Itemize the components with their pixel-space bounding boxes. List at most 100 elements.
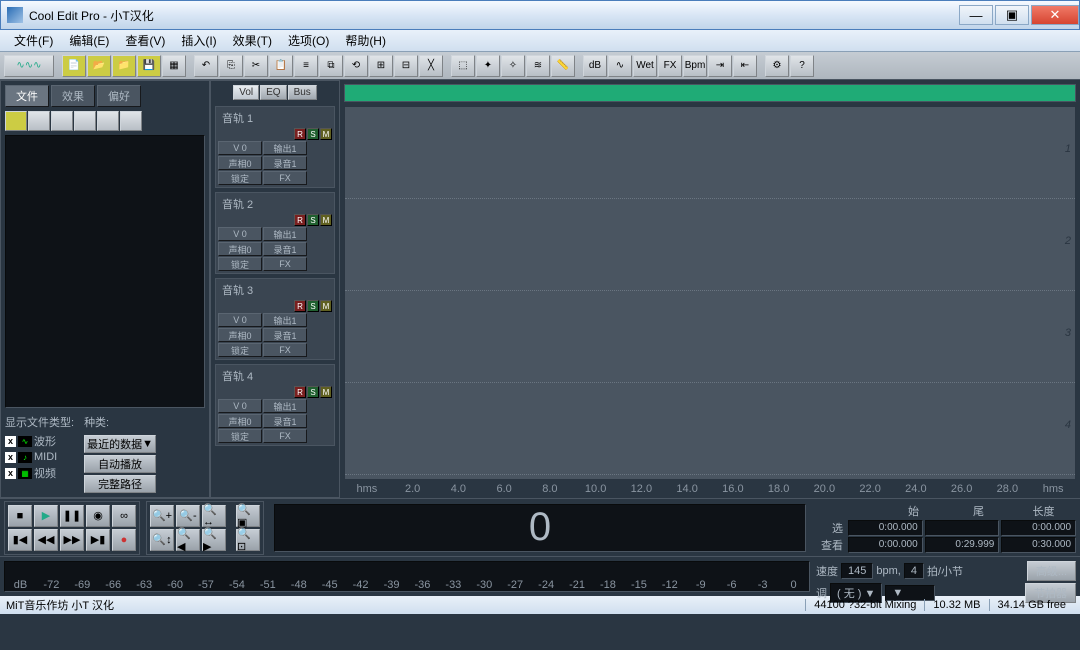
vtab-eq[interactable]: EQ bbox=[260, 85, 286, 100]
view-end[interactable]: 0:29.999 bbox=[925, 537, 1000, 553]
group-icon[interactable]: ⊞ bbox=[369, 55, 393, 77]
edit-icon[interactable] bbox=[74, 111, 96, 131]
volume[interactable]: V 0 bbox=[218, 313, 262, 327]
bpm-icon[interactable]: Bpm bbox=[683, 55, 707, 77]
record-arm[interactable]: R bbox=[294, 128, 306, 140]
waveform-toggle-icon[interactable]: ∿∿∿ bbox=[4, 55, 54, 77]
cut-icon[interactable]: ✂ bbox=[244, 55, 268, 77]
cb-wave[interactable]: x∿波形 bbox=[5, 433, 74, 449]
play-sel-button[interactable]: ◉ bbox=[86, 505, 110, 527]
volume[interactable]: V 0 bbox=[218, 399, 262, 413]
solo[interactable]: S bbox=[307, 214, 319, 226]
copy-icon[interactable]: ⎘ bbox=[219, 55, 243, 77]
record-arm[interactable]: R bbox=[294, 386, 306, 398]
fx[interactable]: FX bbox=[263, 257, 307, 271]
record-button[interactable]: ● bbox=[112, 529, 136, 551]
beats-value[interactable]: 4 bbox=[904, 563, 924, 579]
insert-icon[interactable] bbox=[51, 111, 73, 131]
vtab-vol[interactable]: Vol bbox=[233, 85, 259, 100]
zoom-right-icon[interactable]: 🔍▶ bbox=[202, 529, 226, 551]
paste-icon[interactable]: 📋 bbox=[269, 55, 293, 77]
fullpath-button[interactable]: 完整路径 bbox=[84, 475, 156, 493]
spectral-icon[interactable]: ≋ bbox=[526, 55, 550, 77]
new-file-icon[interactable]: 📄 bbox=[62, 55, 86, 77]
rec-input[interactable]: 录音1 bbox=[263, 156, 307, 170]
fx-icon[interactable]: FX bbox=[658, 55, 682, 77]
track-lanes[interactable]: 1 2 3 4 bbox=[344, 106, 1076, 480]
snap-icon[interactable]: ✧ bbox=[501, 55, 525, 77]
minimize-button[interactable]: — bbox=[959, 5, 993, 25]
cb-video[interactable]: x▦视频 bbox=[5, 465, 74, 481]
record-arm[interactable]: R bbox=[294, 214, 306, 226]
menu-help[interactable]: 帮助(H) bbox=[337, 32, 394, 49]
rec-input[interactable]: 录音1 bbox=[263, 242, 307, 256]
save-as-icon[interactable]: 💾 bbox=[137, 55, 161, 77]
pan[interactable]: 声相0 bbox=[218, 242, 262, 256]
view-length[interactable]: 0:30.000 bbox=[1001, 537, 1076, 553]
ungroup-icon[interactable]: ⊟ bbox=[394, 55, 418, 77]
pan[interactable]: 声相0 bbox=[218, 156, 262, 170]
mix-paste-icon[interactable]: ≡ bbox=[294, 55, 318, 77]
output[interactable]: 输出1 bbox=[263, 227, 307, 241]
settings-icon[interactable]: ⚙ bbox=[765, 55, 789, 77]
fx[interactable]: FX bbox=[263, 343, 307, 357]
time-ruler[interactable]: hms2.04.06.08.010.012.014.016.018.020.02… bbox=[344, 480, 1076, 498]
menu-effects[interactable]: 效果(T) bbox=[225, 32, 280, 49]
solo[interactable]: S bbox=[307, 386, 319, 398]
zoom-in-h-icon[interactable]: 🔍+ bbox=[150, 505, 174, 527]
mute[interactable]: M bbox=[320, 386, 332, 398]
lock[interactable]: 锁定 bbox=[218, 171, 262, 185]
zoom-sel-icon[interactable]: 🔍▣ bbox=[236, 505, 260, 527]
tempo-value[interactable]: 145 bbox=[841, 563, 873, 579]
undo-icon[interactable]: ↶ bbox=[194, 55, 218, 77]
lock[interactable]: 锁定 bbox=[218, 343, 262, 357]
convert-icon[interactable]: ⟲ bbox=[344, 55, 368, 77]
punch-in-icon[interactable]: ⇥ bbox=[708, 55, 732, 77]
rec-input[interactable]: 录音1 bbox=[263, 414, 307, 428]
ruler-icon[interactable]: 📏 bbox=[551, 55, 575, 77]
output[interactable]: 输出1 bbox=[263, 313, 307, 327]
pan[interactable]: 声相0 bbox=[218, 414, 262, 428]
trim-icon[interactable]: ⧉ bbox=[319, 55, 343, 77]
save-file-icon[interactable]: 📁 bbox=[112, 55, 136, 77]
zoom-sel-icon[interactable]: ⬚ bbox=[451, 55, 475, 77]
rec-input[interactable]: 录音1 bbox=[263, 328, 307, 342]
menu-file[interactable]: 文件(F) bbox=[6, 32, 61, 49]
forward-button[interactable]: ▶▶ bbox=[60, 529, 84, 551]
menu-edit[interactable]: 编辑(E) bbox=[61, 32, 117, 49]
mute[interactable]: M bbox=[320, 214, 332, 226]
output[interactable]: 输出1 bbox=[263, 399, 307, 413]
pause-button[interactable]: ❚❚ bbox=[60, 505, 84, 527]
zoom-full-icon[interactable]: 🔍↔ bbox=[202, 505, 226, 527]
menu-options[interactable]: 选项(O) bbox=[280, 32, 337, 49]
sel-end[interactable] bbox=[925, 520, 1000, 536]
mute[interactable]: M bbox=[320, 128, 332, 140]
vtab-bus[interactable]: Bus bbox=[288, 85, 317, 100]
tab-effects[interactable]: 效果 bbox=[51, 85, 95, 107]
close-file-icon[interactable] bbox=[28, 111, 50, 131]
go-end-button[interactable]: ▶▮ bbox=[86, 529, 110, 551]
tab-prefs[interactable]: 偏好 bbox=[97, 85, 141, 107]
view-begin[interactable]: 0:00.000 bbox=[848, 537, 923, 553]
solo[interactable]: S bbox=[307, 128, 319, 140]
stop-button[interactable]: ■ bbox=[8, 505, 32, 527]
file-list[interactable] bbox=[5, 135, 205, 408]
punch-out-icon[interactable]: ⇤ bbox=[733, 55, 757, 77]
advanced-button[interactable]: 高级... bbox=[1027, 561, 1076, 581]
mute[interactable]: M bbox=[320, 300, 332, 312]
opts-icon[interactable] bbox=[120, 111, 142, 131]
open-icon[interactable] bbox=[5, 111, 27, 131]
zoom-in-v-icon[interactable]: 🔍↕ bbox=[150, 529, 174, 551]
sel-length[interactable]: 0:00.000 bbox=[1001, 520, 1076, 536]
lock[interactable]: 锁定 bbox=[218, 257, 262, 271]
pan[interactable]: 声相0 bbox=[218, 328, 262, 342]
zoom-out-h-icon[interactable]: 🔍- bbox=[176, 505, 200, 527]
overview-bar[interactable] bbox=[344, 84, 1076, 102]
marker-icon[interactable]: ✦ bbox=[476, 55, 500, 77]
play-button[interactable]: ▶ bbox=[34, 505, 58, 527]
info-icon[interactable] bbox=[97, 111, 119, 131]
go-start-button[interactable]: ▮◀ bbox=[8, 529, 32, 551]
recent-dropdown[interactable]: 最近的数据▼ bbox=[84, 435, 156, 453]
volume[interactable]: V 0 bbox=[218, 227, 262, 241]
fx[interactable]: FX bbox=[263, 171, 307, 185]
